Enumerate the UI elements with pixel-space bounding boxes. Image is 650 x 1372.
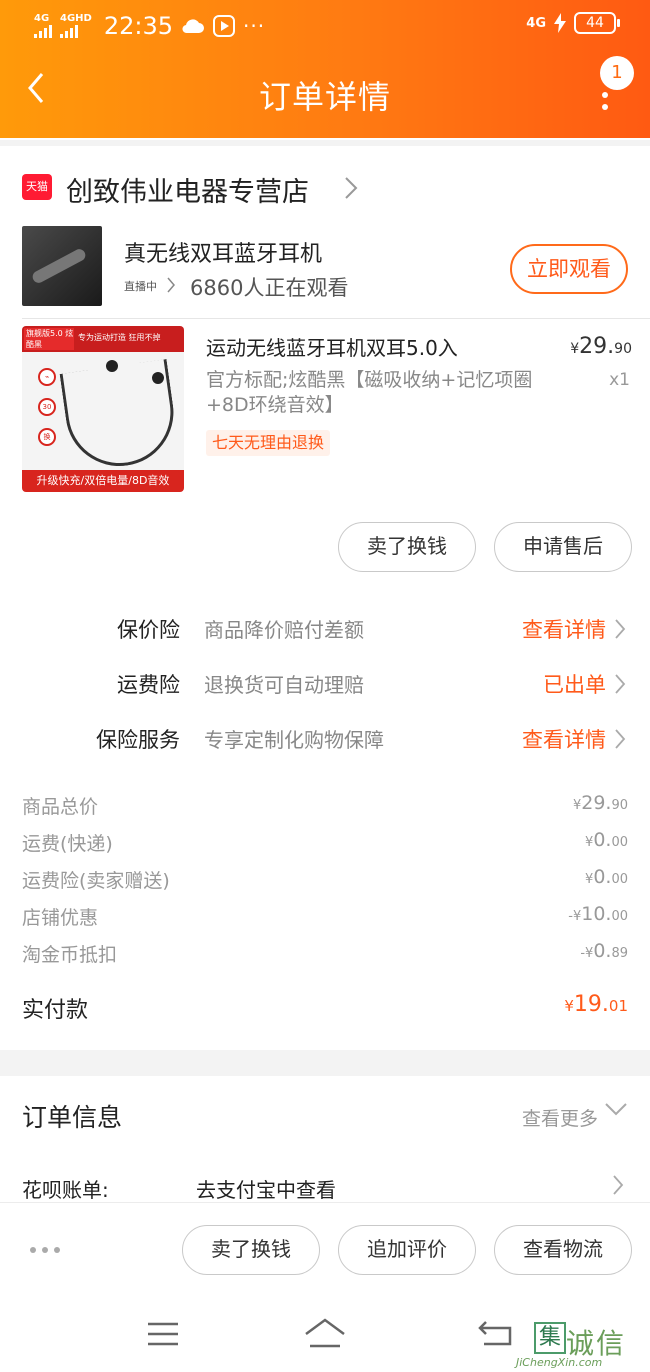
sell-for-cash-button[interactable]: 卖了换钱 [338, 522, 476, 572]
chevron-right-icon [345, 177, 358, 199]
network-label-2: 4GHD [60, 13, 92, 24]
page-title: 订单详情 [258, 78, 391, 116]
network-label-1: 4G [34, 13, 50, 24]
huabei-label: 花呗账单: [22, 1178, 109, 1202]
insurance-row-service[interactable]: 保险服务 专享定制化购物保障 查看详情 [0, 720, 650, 760]
after-sale-button[interactable]: 申请售后 [494, 522, 632, 572]
insurance-row-price-protection[interactable]: 保价险 商品降价赔付差额 查看详情 [0, 610, 650, 650]
live-title: 真无线双耳蓝牙耳机 [124, 242, 323, 267]
app-header: 4G 4GHD 22:35 ··· 4G 44 订单详情 1 [0, 0, 650, 138]
total-value: ¥19.01 [564, 992, 628, 1017]
product-sku: 官方标配;炫酷黑【磁吸收纳+记忆项圈+8D环绕音效】 [206, 369, 533, 416]
menu-icon[interactable] [146, 1320, 180, 1348]
live-status-tag: 直播中 [124, 280, 157, 293]
product-title[interactable]: 运动无线蓝牙耳机双耳5.0入 [206, 332, 536, 361]
insurance-desc: 退换货可自动理赔 [204, 673, 364, 697]
battery-icon: 44 [574, 12, 620, 34]
price-line-value: -¥0.89 [580, 940, 628, 962]
video-app-icon [213, 15, 236, 37]
add-review-button[interactable]: 追加评价 [338, 1225, 476, 1275]
clock: 22:35 [103, 12, 174, 40]
cloud-icon [182, 19, 205, 34]
insurance-label: 运费险 [117, 673, 180, 697]
network-label-3: 4G [526, 15, 546, 31]
chevron-down-icon[interactable] [604, 1102, 628, 1118]
store-name[interactable]: 创致伟业电器专营店 [66, 170, 309, 209]
watermark-logo: 集 [534, 1322, 566, 1354]
home-icon[interactable] [302, 1316, 348, 1350]
insurance-label: 保险服务 [96, 728, 180, 752]
signal-2-icon: 4GHD [60, 14, 92, 38]
view-logistics-button[interactable]: 查看物流 [494, 1225, 632, 1275]
price-line-value: ¥29.90 [572, 792, 628, 814]
charging-icon [554, 13, 566, 33]
view-more-link[interactable]: 查看更多 [522, 1104, 598, 1131]
live-stream-card[interactable]: 真无线双耳蓝牙耳机 直播中 6860人正在观看 立即观看 [0, 226, 650, 316]
divider [22, 318, 650, 319]
insurance-desc: 商品降价赔付差额 [204, 618, 364, 642]
chevron-right-icon [615, 729, 626, 749]
live-viewer-count: 6860人正在观看 [190, 276, 349, 300]
status-bar: 4G 4GHD 22:35 ··· 4G 44 [0, 0, 650, 52]
insurance-row-shipping[interactable]: 运费险 退换货可自动理赔 已出单 [0, 665, 650, 705]
tmall-badge: 天猫 [22, 174, 52, 200]
product-quantity: x1 [609, 370, 630, 390]
store-row[interactable]: 天猫 创致伟业电器专营店 [0, 140, 650, 226]
price-line-value: ¥0.00 [585, 866, 628, 888]
price-line-store-discount: 店铺优惠 -¥10.00 [0, 901, 650, 935]
price-line-label: 商品总价 [22, 796, 99, 818]
bottom-action-bar: 卖了换钱 追加评价 查看物流 [0, 1202, 650, 1298]
chevron-right-icon [615, 674, 626, 694]
back-nav-icon[interactable] [476, 1318, 516, 1348]
price-line-shipping: 运费(快递) ¥0.00 [0, 827, 650, 861]
order-info-title: 订单信息 [22, 1103, 123, 1132]
price-line-label: 运费(快递) [22, 833, 113, 855]
chevron-right-icon[interactable] [612, 1174, 624, 1196]
price-line-shipping-insurance: 运费险(卖家赠送) ¥0.00 [0, 864, 650, 898]
chevron-right-icon [167, 277, 175, 293]
signal-1-icon: 4G [34, 14, 52, 38]
price-line-label: 店铺优惠 [22, 907, 99, 929]
image-badge-right: 专为运动打造 狂甩不掉 [78, 333, 161, 342]
insurance-action[interactable]: 已出单 [543, 669, 606, 699]
price-line-label: 淘金币抵扣 [22, 944, 118, 966]
watermark-url: JiChengXin.com [516, 1356, 603, 1369]
price-line-value: ¥0.00 [585, 829, 628, 851]
product-image[interactable]: 旗舰版5.0 炫酷黑 专为运动打造 狂甩不掉 ⌁ 30 换 升级快充/双倍电量/… [22, 326, 184, 492]
chevron-right-icon [615, 619, 626, 639]
watch-now-button[interactable]: 立即观看 [510, 244, 628, 294]
image-badge-left: 旗舰版5.0 炫酷黑 [24, 328, 74, 350]
section-gap [0, 1050, 650, 1076]
insurance-desc: 专享定制化购物保障 [204, 728, 384, 752]
sell-for-cash-button[interactable]: 卖了换钱 [182, 1225, 320, 1275]
price-line-coin-deduction: 淘金币抵扣 -¥0.89 [0, 938, 650, 972]
insurance-action[interactable]: 查看详情 [522, 724, 606, 754]
price-line-subtotal: 商品总价 ¥29.90 [0, 790, 650, 824]
product-item[interactable]: 旗舰版5.0 炫酷黑 专为运动打造 狂甩不掉 ⌁ 30 换 升级快充/双倍电量/… [0, 326, 650, 496]
return-policy-tag: 七天无理由退换 [206, 430, 331, 456]
huabei-link[interactable]: 去支付宝中查看 [196, 1174, 336, 1203]
insurance-label: 保价险 [117, 618, 180, 642]
more-notifications-icon: ··· [243, 14, 266, 38]
insurance-action[interactable]: 查看详情 [522, 614, 606, 644]
live-thumbnail[interactable] [22, 226, 102, 306]
product-price: ¥29.90 [570, 334, 632, 359]
price-line-value: -¥10.00 [568, 903, 628, 925]
image-banner-bottom: 升级快充/双倍电量/8D音效 [22, 470, 184, 492]
more-actions-icon[interactable] [30, 1247, 60, 1253]
message-badge[interactable]: 1 [600, 56, 634, 90]
price-line-label: 运费险(卖家赠送) [22, 870, 170, 892]
total-label: 实付款 [22, 998, 89, 1023]
